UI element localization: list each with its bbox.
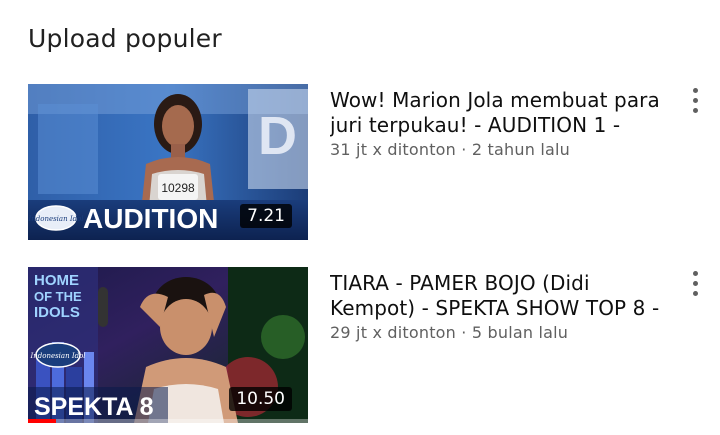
- thumbnail-logo-text: Indonesian Idol: [29, 352, 85, 360]
- video-item[interactable]: HOME OF THE IDOLS Indonesian Idol SPEKTA…: [0, 267, 720, 427]
- thumbnail-logo-text: Indonesian Idol: [28, 215, 84, 223]
- svg-text:D: D: [258, 106, 297, 166]
- thumbnail-title-text: SPEKTA 8: [34, 393, 154, 421]
- video-title[interactable]: TIARA - PAMER BOJO (Didi Kempot) - SPEKT…: [330, 271, 670, 321]
- video-item[interactable]: D 10298 Indonesian Idol AUDITION 7.21 Wo…: [0, 84, 720, 244]
- more-options-icon[interactable]: [686, 88, 704, 118]
- video-meta[interactable]: Wow! Marion Jola membuat para juri terpu…: [330, 88, 670, 159]
- video-duration: 7.21: [240, 204, 292, 228]
- section-title: Upload populer: [28, 24, 222, 53]
- thumbnail-headline-1: HOME: [34, 272, 79, 289]
- more-options-icon[interactable]: [686, 271, 704, 301]
- video-views-age: 31 jt x ditonton · 2 tahun lalu: [330, 140, 570, 159]
- video-views-age: 29 jt x ditonton · 5 bulan lalu: [330, 323, 569, 342]
- thumbnail-headline-2: OF THE: [34, 289, 82, 304]
- watch-progress-track: [28, 419, 308, 423]
- video-title[interactable]: Wow! Marion Jola membuat para juri terpu…: [330, 88, 670, 138]
- watch-progress-bar: [28, 419, 56, 423]
- video-meta[interactable]: TIARA - PAMER BOJO (Didi Kempot) - SPEKT…: [330, 271, 670, 342]
- video-duration: 10.50: [229, 387, 292, 411]
- thumbnail-headline-3: IDOLS: [34, 304, 80, 321]
- video-thumbnail[interactable]: D 10298 Indonesian Idol AUDITION 7.21: [28, 84, 308, 240]
- thumbnail-title-text: AUDITION: [83, 203, 218, 234]
- video-thumbnail[interactable]: HOME OF THE IDOLS Indonesian Idol SPEKTA…: [28, 267, 308, 423]
- thumbnail-bib-number: 10298: [161, 181, 195, 195]
